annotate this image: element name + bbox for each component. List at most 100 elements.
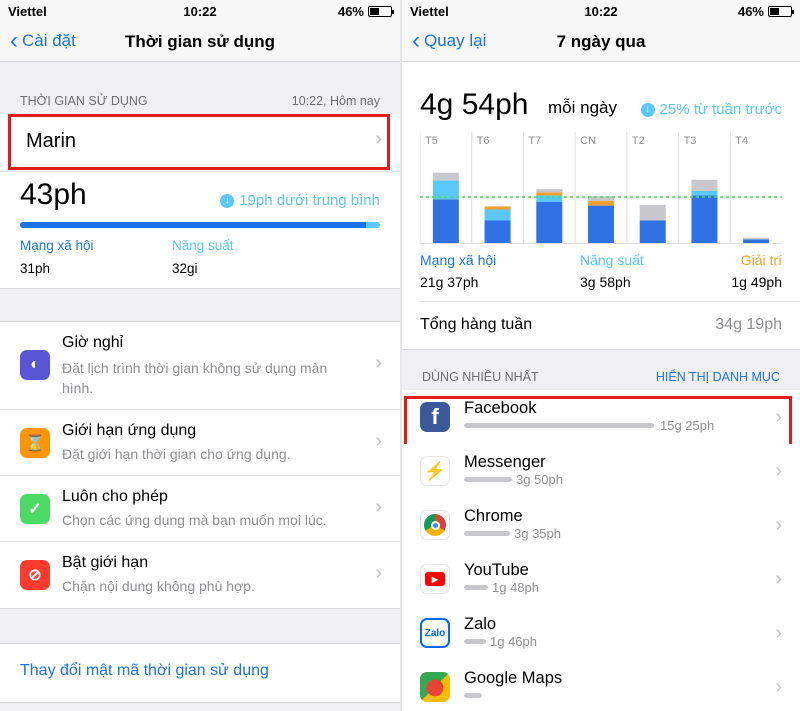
- weekly-total-label: Tổng hàng tuần: [420, 316, 533, 333]
- total-time: 43ph: [20, 178, 87, 211]
- weekly-usage-chart: T5 T6 T7 CN T2 T3 T4: [420, 132, 782, 244]
- chart-bar-segment: [536, 201, 563, 244]
- day-tick-label: T6: [477, 135, 490, 147]
- chart-bar-segment: [639, 204, 666, 221]
- battery-percent: 46%: [737, 4, 764, 19]
- category-value: 32gi: [172, 261, 198, 276]
- usage-progress-bar: [20, 222, 380, 228]
- category-label: Năng suất: [172, 238, 234, 253]
- chevron-right-icon: ›: [775, 676, 782, 698]
- change-passcode-row[interactable]: Thay đổi mật mã thời gian sử dụng: [0, 643, 400, 703]
- chart-bar-segment: [432, 199, 459, 244]
- chevron-right-icon: ›: [775, 568, 782, 590]
- messenger-icon: ⚡: [420, 456, 450, 486]
- chevron-right-icon: ›: [375, 496, 382, 518]
- restriction-icon: ⊘: [20, 560, 50, 590]
- daily-average: 4g 54ph: [420, 88, 529, 121]
- category-value: 31ph: [20, 261, 51, 276]
- category-label: Mạng xã hội: [20, 238, 94, 253]
- app-list: f Facebook 15g 25ph › ⚡ Messenger 3g 50p…: [402, 390, 800, 711]
- day-tick-label: T3: [684, 135, 697, 147]
- day-tick-label: T4: [735, 135, 748, 147]
- category-total-value: 1g 49ph: [731, 274, 782, 290]
- chart-bar-segment: [432, 172, 459, 181]
- setting-subtitle: Chặn nội dung không phù hợp.: [62, 578, 255, 594]
- app-name: Chrome: [464, 507, 523, 525]
- downtime-icon: ◐: [20, 350, 50, 380]
- day-tick-label: T2: [632, 135, 645, 147]
- app-usage-bar: [464, 477, 512, 482]
- category-total-value: 3g 58ph: [580, 274, 631, 290]
- setting-title: Luôn cho phép: [62, 488, 168, 505]
- app-row-google-maps[interactable]: ⬤ Google Maps ›: [402, 660, 800, 711]
- app-row-youtube[interactable]: ▶ YouTube 1g 48ph ›: [402, 552, 800, 606]
- app-name: Messenger: [464, 453, 546, 471]
- chevron-right-icon: ›: [375, 352, 382, 374]
- chevron-right-icon: ›: [775, 622, 782, 644]
- app-usage-bar: [464, 585, 488, 590]
- setting-title: Giới hạn ứng dụng: [62, 422, 197, 439]
- section-title: THỜI GIAN SỬ DỤNG: [20, 94, 148, 108]
- chart-bar-segment: [484, 209, 511, 221]
- arrow-down-circle-icon: ↓: [640, 102, 655, 117]
- weekly-total-value: 34g 19ph: [715, 316, 782, 333]
- arrow-down-circle-icon: ↓: [220, 193, 235, 208]
- change-passcode-link[interactable]: Thay đổi mật mã thời gian sử dụng: [20, 662, 269, 680]
- youtube-icon: ▶: [420, 564, 450, 594]
- daily-suffix: mỗi ngày: [548, 98, 617, 117]
- day-tick-label: T5: [425, 135, 438, 147]
- page-title: Thời gian sử dụng: [125, 32, 275, 51]
- page-title: 7 ngày qua: [556, 32, 646, 51]
- app-row-messenger[interactable]: ⚡ Messenger 3g 50ph ›: [402, 444, 800, 498]
- chevron-right-icon: ›: [375, 430, 382, 452]
- nav-bar: ‹ Quay lại 7 ngày qua: [402, 22, 800, 62]
- setting-title: Giờ nghỉ: [62, 334, 124, 351]
- app-duration: 1g 46ph: [490, 634, 537, 649]
- usage-progress-fill: [20, 222, 366, 228]
- chart-bar-segment: [691, 179, 718, 191]
- setting-app-limits[interactable]: ⌛ Giới hạn ứng dụng Đặt giới hạn thời gi…: [0, 410, 400, 476]
- nav-bar: ‹ Cài đặt Thời gian sử dụng: [0, 22, 400, 62]
- setting-always-allowed[interactable]: ✓ Luôn cho phép Chọn các ứng dụng mà bạn…: [0, 476, 400, 542]
- chevron-right-icon: ›: [375, 562, 382, 584]
- trend-text: 25% từ tuần trước: [659, 101, 782, 118]
- summary-card: Marin › 43ph ↓ 19ph dưới trung bình Mạng…: [0, 114, 400, 289]
- category-total-value: 21g 37ph: [420, 274, 479, 290]
- chevron-right-icon: ›: [775, 514, 782, 536]
- setting-downtime[interactable]: ◐ Giờ nghỉ Đặt lịch trình thời gian khôn…: [0, 322, 400, 410]
- trend-label: ↓ 25% từ tuần trước: [640, 101, 782, 118]
- zalo-icon: Zalo: [420, 618, 450, 648]
- chart-bar-segment: [691, 190, 718, 196]
- app-row-chrome[interactable]: Chrome 3g 35ph ›: [402, 498, 800, 552]
- category-total-label: Giải trí: [740, 252, 782, 268]
- settings-list: ◐ Giờ nghỉ Đặt lịch trình thời gian khôn…: [0, 321, 400, 609]
- show-categories-button[interactable]: HIỂN THỊ DANH MỤC: [656, 370, 780, 384]
- weekly-summary-card: 4g 54ph mỗi ngày ↓ 25% từ tuần trước T5 T…: [402, 62, 800, 350]
- status-bar: Viettel 10:22 46%: [402, 0, 800, 22]
- setting-subtitle: Chọn các ứng dụng mà bạn muốn mọi lúc.: [62, 512, 327, 528]
- app-usage-bar: [464, 531, 510, 536]
- app-name: Google Maps: [464, 669, 563, 687]
- app-name: YouTube: [464, 561, 529, 579]
- setting-title: Bật giới hạn: [62, 554, 149, 571]
- most-used-title: DÙNG NHIỀU NHẤT: [422, 370, 539, 384]
- weekly-report-screen: Viettel 10:22 46% ‹ Quay lại 7 ngày qua …: [400, 0, 800, 711]
- chart-bar-segment: [484, 220, 511, 244]
- checkmark-icon: ✓: [20, 494, 50, 524]
- app-usage-bar: [464, 639, 486, 644]
- maps-icon: ⬤: [420, 672, 450, 702]
- status-bar: Viettel 10:22 46%: [0, 0, 400, 22]
- section-header: THỜI GIAN SỬ DỤNG 10:22, Hôm nay: [0, 62, 400, 114]
- chart-bar-segment: [484, 206, 511, 210]
- app-duration: 3g 35ph: [514, 526, 561, 541]
- category-total-label: Năng suất: [580, 252, 644, 268]
- chrome-icon: [420, 510, 450, 540]
- chart-bar-segment: [639, 220, 666, 244]
- app-row-zalo[interactable]: Zalo Zalo 1g 46ph ›: [402, 606, 800, 660]
- chart-bar-segment: [743, 237, 770, 240]
- hourglass-icon: ⌛: [20, 428, 50, 458]
- setting-restrictions[interactable]: ⊘ Bật giới hạn Chặn nội dung không phù h…: [0, 542, 400, 608]
- app-name: Zalo: [464, 615, 497, 633]
- battery-percent: 46%: [337, 4, 364, 19]
- app-duration: 1g 48ph: [492, 580, 539, 595]
